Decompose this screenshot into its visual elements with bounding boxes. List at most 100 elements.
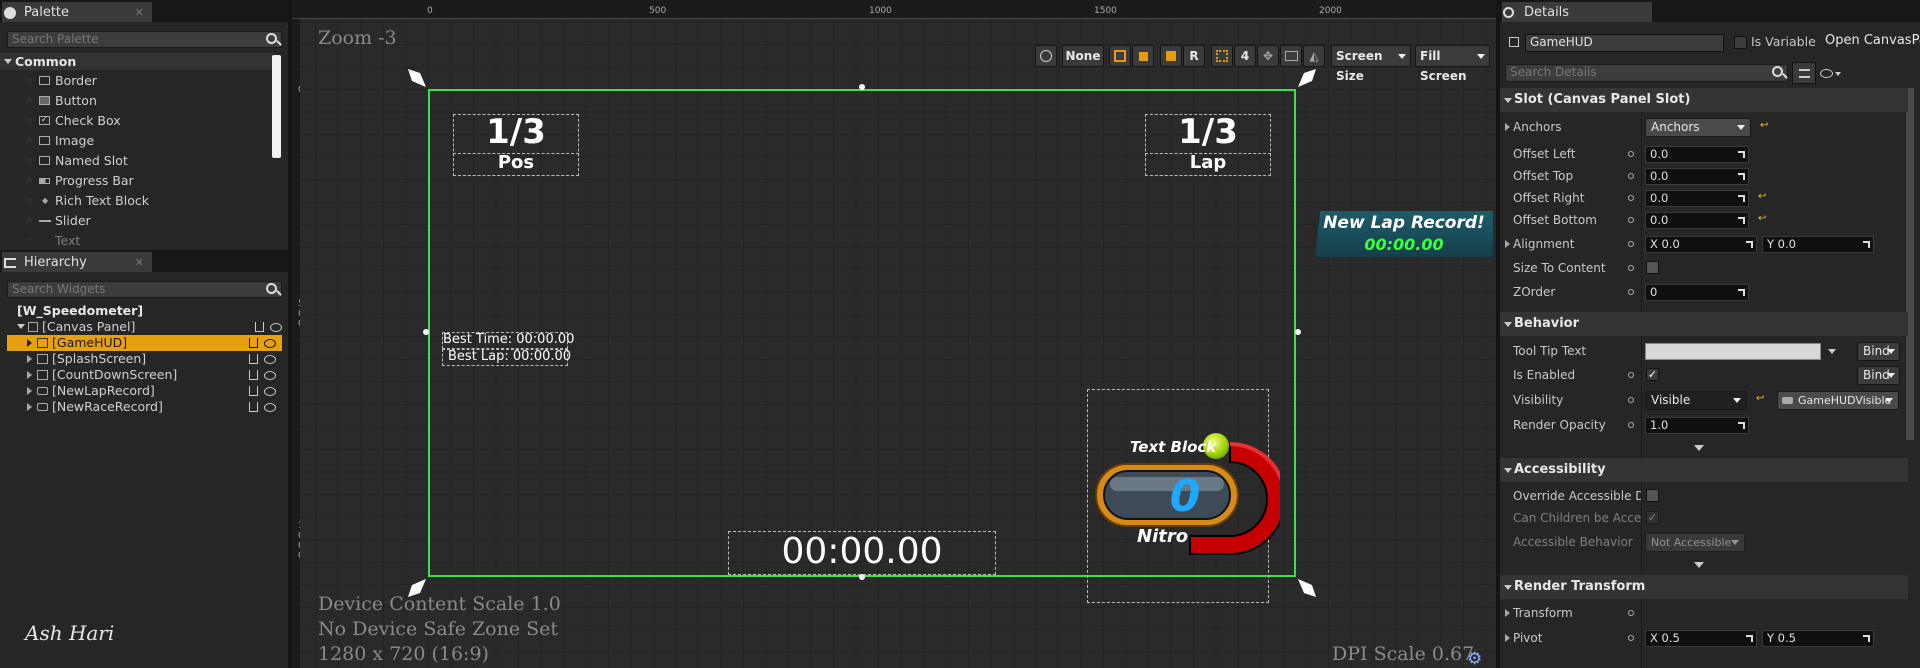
palette-tab[interactable]: Palette ✕ <box>2 2 152 22</box>
eye-icon[interactable] <box>264 387 276 396</box>
hierarchy-tab[interactable]: Hierarchy ✕ <box>2 252 152 272</box>
pin-icon[interactable] <box>1626 370 1636 380</box>
pin-icon[interactable] <box>1626 239 1636 249</box>
lock-icon[interactable] <box>249 386 258 396</box>
favorite-star-icon[interactable]: ☆ <box>25 72 33 90</box>
pin-icon[interactable] <box>1626 420 1636 430</box>
expand-arrow-icon[interactable] <box>27 339 32 347</box>
move-tool-button[interactable]: ✥ <box>1257 45 1279 67</box>
widget-name-field[interactable]: GameHUD <box>1525 34 1724 52</box>
tooltip-bind-button[interactable]: Bind <box>1857 342 1900 361</box>
resize-handle-top[interactable] <box>859 84 865 90</box>
view-options-button[interactable] <box>1792 62 1816 84</box>
render-transform-section-header[interactable]: Render Transform <box>1500 575 1908 599</box>
hierarchy-canvas-panel[interactable]: [Canvas Panel] <box>17 319 282 335</box>
open-canvas-button[interactable]: Open CanvasPa <box>1825 33 1920 48</box>
lock-icon[interactable] <box>249 354 258 364</box>
pin-icon[interactable] <box>1626 215 1636 225</box>
chevron-down-icon[interactable] <box>1828 349 1836 354</box>
offset-top-input[interactable]: 0.0 <box>1645 168 1749 185</box>
expand-arrow-icon[interactable] <box>1505 240 1510 248</box>
grid-snap-button[interactable] <box>1211 45 1233 67</box>
render-opacity-input[interactable]: 1.0 <box>1645 417 1749 434</box>
lock-icon[interactable] <box>249 370 258 380</box>
reset-to-default-icon[interactable]: ↩ <box>1758 213 1766 224</box>
screen-size-dropdown[interactable]: Screen Size <box>1331 45 1411 83</box>
hierarchy-item-gamehud[interactable]: [GameHUD] <box>7 335 282 351</box>
expand-arrow-icon[interactable] <box>27 355 32 363</box>
resize-handle-right[interactable] <box>1295 329 1301 335</box>
expand-arrow-icon[interactable] <box>1505 609 1510 617</box>
expand-arrow-icon[interactable] <box>1505 123 1510 131</box>
hierarchy-item-countdownscreen[interactable]: [CountDownScreen] <box>7 367 282 383</box>
offset-right-input[interactable]: 0.0 <box>1645 190 1749 207</box>
favorite-star-icon[interactable]: ☆ <box>25 92 33 110</box>
lock-button[interactable] <box>1132 45 1154 67</box>
world-space-button[interactable] <box>1035 45 1057 67</box>
slot-section-header[interactable]: Slot (Canvas Panel Slot) <box>1500 88 1908 112</box>
pin-icon[interactable] <box>1626 287 1636 297</box>
snap-toggle-button[interactable] <box>1109 45 1131 67</box>
favorite-star-icon[interactable]: ☆ <box>25 112 33 130</box>
override-accessible-checkbox[interactable] <box>1646 489 1659 502</box>
eye-icon[interactable] <box>264 339 276 348</box>
palette-scrollbar[interactable] <box>272 55 281 158</box>
new-lap-record-banner[interactable]: New Lap Record! 00:00.00 <box>1315 211 1493 257</box>
pin-icon[interactable] <box>1626 395 1636 405</box>
palette-search-input[interactable]: Search Palette <box>7 31 282 48</box>
hierarchy-item-splashscreen[interactable]: [SplashScreen] <box>7 351 282 367</box>
details-tab[interactable]: Details <box>1502 2 1652 22</box>
expand-arrow-icon[interactable] <box>1505 634 1510 642</box>
pin-icon[interactable] <box>1626 149 1636 159</box>
hierarchy-search-input[interactable]: Search Widgets <box>7 281 282 298</box>
lock-icon[interactable] <box>249 338 258 348</box>
favorite-star-icon[interactable]: ☆ <box>25 212 33 230</box>
is-enabled-bind-button[interactable]: Bind <box>1857 366 1900 385</box>
eye-icon[interactable] <box>270 323 282 332</box>
favorite-star-icon[interactable]: ☆ <box>25 172 33 190</box>
close-icon[interactable]: ✕ <box>135 254 144 272</box>
expand-arrow-icon[interactable] <box>27 403 32 411</box>
visibility-filter-button[interactable] <box>1820 67 1842 81</box>
anchor-handle-bottom-right[interactable] <box>1296 577 1318 599</box>
offset-bottom-input[interactable]: 0.0 <box>1645 212 1749 229</box>
expand-arrow-icon[interactable] <box>27 387 32 395</box>
pin-icon[interactable] <box>1626 608 1636 618</box>
pin-icon[interactable] <box>1626 193 1636 203</box>
is-variable-checkbox[interactable] <box>1734 36 1747 49</box>
behavior-section-header[interactable]: Behavior <box>1500 312 1908 336</box>
favorite-star-icon[interactable]: ☆ <box>25 152 33 170</box>
designer-viewport[interactable]: None R 4 ✥ ◭ Screen Size Fill Screen Zoo… <box>300 19 1496 668</box>
palette-category-common[interactable]: Common <box>0 53 274 70</box>
localize-r-button[interactable]: R <box>1183 45 1205 67</box>
dpi-settings-gear-icon[interactable]: ⚙ <box>1467 649 1482 668</box>
favorite-star-icon[interactable]: ☆ <box>25 132 33 150</box>
reset-to-default-icon[interactable]: ↩ <box>1756 393 1764 404</box>
alignment-x-input[interactable]: X 0.0 <box>1645 236 1757 253</box>
respect-locks-button[interactable] <box>1160 45 1182 67</box>
reset-to-default-icon[interactable]: ↩ <box>1758 191 1766 202</box>
anchor-handle-top-right[interactable] <box>1296 67 1318 89</box>
zorder-input[interactable]: 0 <box>1645 284 1749 301</box>
eye-hidden-icon[interactable] <box>264 355 276 364</box>
eye-hidden-icon[interactable] <box>264 403 276 412</box>
visibility-dropdown[interactable]: Visible <box>1645 391 1747 410</box>
resize-handle-left[interactable] <box>423 329 429 335</box>
size-to-content-checkbox[interactable] <box>1646 261 1659 274</box>
offset-left-input[interactable]: 0.0 <box>1645 146 1749 163</box>
favorite-star-icon[interactable]: ☆ <box>25 192 33 210</box>
tooltip-input[interactable] <box>1645 343 1821 360</box>
hierarchy-item-newlaprecord[interactable]: [NewLapRecord] <box>7 383 282 399</box>
eye-hidden-icon[interactable] <box>264 371 276 380</box>
pin-icon[interactable] <box>1626 263 1636 273</box>
favorite-star-icon[interactable]: ☆ <box>25 232 33 247</box>
grid-size-dropdown[interactable]: 4 <box>1234 45 1256 67</box>
image-preview-button[interactable] <box>1280 45 1302 67</box>
mirror-button[interactable]: ◭ <box>1303 45 1325 67</box>
none-dropdown[interactable]: None <box>1062 45 1104 67</box>
hierarchy-root[interactable]: [W_Speedometer] <box>17 303 143 319</box>
anchors-dropdown[interactable]: Anchors <box>1645 118 1751 137</box>
close-icon[interactable]: ✕ <box>135 4 144 22</box>
lock-icon[interactable] <box>249 402 258 412</box>
hierarchy-item-newracerecord[interactable]: [NewRaceRecord] <box>7 399 282 415</box>
